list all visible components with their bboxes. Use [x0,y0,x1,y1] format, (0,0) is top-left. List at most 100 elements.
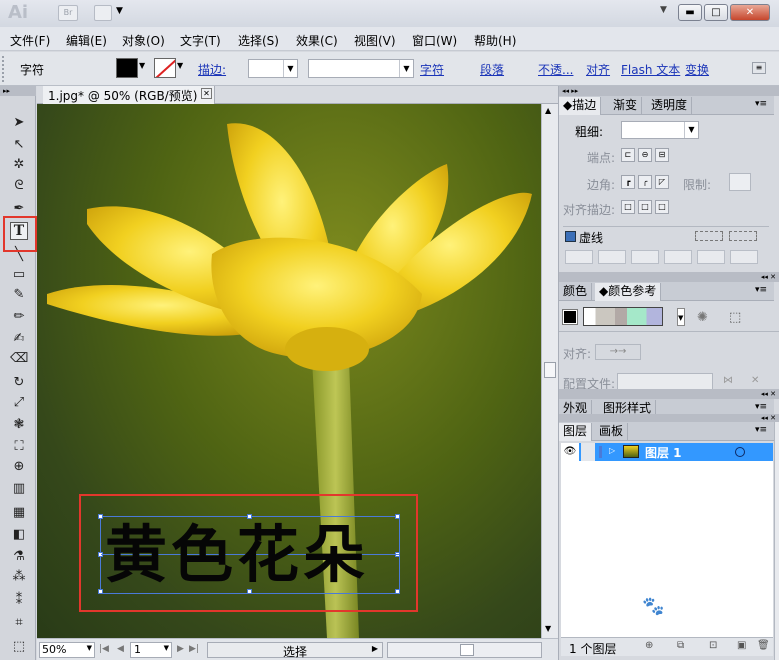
clipping-mask-icon[interactable]: ⧉ [677,640,684,651]
lock-toggle[interactable] [581,443,595,461]
vertical-scrollbar[interactable]: ▲ ▼ [541,104,558,638]
save-swatch-group-icon[interactable]: ⬚ [729,310,741,325]
limit-input[interactable] [729,173,751,191]
close-button[interactable]: ✕ [730,4,770,21]
graph-tool-icon[interactable]: ▥ [10,480,28,498]
target-icon[interactable] [735,447,745,457]
opacity-link[interactable]: 不透... [538,61,573,78]
close-icon[interactable]: ✕ [201,88,212,99]
visibility-eye-icon[interactable]: 👁 [561,443,579,461]
free-transform-tool-icon[interactable]: ⛶ [10,438,28,456]
menu-help[interactable]: 帮助(H) [474,32,516,49]
tab-color-guide[interactable]: ◆颜色参考 [595,283,662,301]
paintbrush-tool-icon[interactable]: ✎ [10,286,28,304]
control-menu-icon[interactable]: ≡ [752,62,766,74]
document-tab[interactable]: 1.jpg* @ 50% (RGB/预览) ✕ [43,86,215,104]
layer-row[interactable]: 👁 ▷ 图层 1 [561,443,773,461]
panel-menu-icon[interactable]: ▾≡ [755,425,767,435]
harmony-dropdown-icon[interactable]: ▼ [677,308,685,326]
slice-tool-icon[interactable]: ⌗ [10,614,28,632]
lasso-tool-icon[interactable]: ᘓ [10,177,28,195]
panel-menu-icon[interactable]: ▾≡ [755,402,767,412]
scroll-thumb[interactable] [460,644,474,656]
dashed-checkbox[interactable] [565,231,576,242]
group-collapse-icon[interactable]: ◂◂ ✕ [559,414,779,422]
panel-menu-icon[interactable]: ▾≡ [755,99,767,109]
weight-dropdown[interactable]: ▼ [621,121,699,139]
menu-file[interactable]: 文件(F) [10,32,50,49]
transform-link[interactable]: 变换 [685,61,709,78]
zoom-dropdown[interactable]: 50% ▼ [39,642,95,658]
workspace-menu-icon[interactable]: ▼ [660,5,667,15]
pencil-tool-icon[interactable]: ✏ [10,308,28,326]
tab-color[interactable]: 颜色 [559,283,593,301]
scroll-up-icon[interactable]: ▲ [545,106,551,115]
dash-pattern-icon[interactable] [729,231,757,241]
flash-text-link[interactable]: Flash 文本 [621,61,680,78]
dash-gap-inputs[interactable] [565,250,765,264]
stroke-weight-dropdown[interactable]: ▼ [248,59,298,78]
panel-menu-icon[interactable]: ▾≡ [755,285,767,295]
group-collapse-icon[interactable]: ◂◂ ✕ [559,272,779,282]
shape-builder-tool-icon[interactable]: ⊕ [10,458,28,476]
layer-name[interactable]: 图层 1 [645,444,682,461]
tab-layers[interactable]: 图层 [559,423,593,441]
scroll-down-icon[interactable]: ▼ [545,624,551,633]
layers-scrollbar[interactable] [774,422,779,660]
delete-layer-icon[interactable]: 🗑 [757,640,770,651]
square-cap-button[interactable]: ⊟ [655,148,669,162]
reset-icon[interactable]: ✕ [751,375,759,386]
stroke-link[interactable]: 描边: [198,61,226,78]
tab-gradient[interactable]: 渐变 [609,97,643,115]
butt-cap-button[interactable]: ⊏ [621,148,635,162]
new-sublayer-icon[interactable]: ⊡ [709,640,717,651]
rectangle-tool-icon[interactable]: ▭ [10,266,28,284]
bevel-join-button[interactable]: ◸ [655,175,669,189]
gradient-tool-icon[interactable]: ◧ [10,526,28,544]
character-link[interactable]: 字符 [420,61,444,78]
tab-stroke[interactable]: ◆描边 [559,97,602,115]
arrange-documents-icon[interactable] [94,5,112,21]
stroke-swatch[interactable] [154,58,176,78]
paragraph-link[interactable]: 段落 [480,61,504,78]
harmony-rule-swatches[interactable] [583,307,663,326]
miter-join-button[interactable]: ┏ [621,175,635,189]
menu-effect[interactable]: 效果(C) [296,32,338,49]
menu-window[interactable]: 窗口(W) [412,32,457,49]
brush-dropdown[interactable]: ▼ [308,59,414,78]
warp-tool-icon[interactable]: ❃ [10,416,28,434]
last-page-icon[interactable]: ▶| [189,644,199,654]
first-page-icon[interactable]: |◀ [99,644,109,654]
symbol-sprayer-tool-icon[interactable]: ⁑ [10,592,28,610]
eyedropper-tool-icon[interactable]: ⚗ [10,548,28,566]
status-tool[interactable]: 选择 ▶ [207,642,383,659]
eraser-tool-icon[interactable]: ⌫ [10,350,28,368]
dash-pattern-icon[interactable] [695,231,723,241]
align-link[interactable]: 对齐 [586,61,610,78]
fill-swatch[interactable] [116,58,138,78]
maximize-button[interactable]: □ [704,4,728,21]
blob-brush-tool-icon[interactable]: ✍ [10,330,28,348]
group-collapse-icon[interactable]: ◂◂ ✕ [559,389,779,399]
collapse-icon[interactable]: ▸▸ [0,86,36,96]
rotate-tool-icon[interactable]: ↻ [10,374,28,392]
align-outside-button[interactable]: □ [655,200,669,214]
next-page-icon[interactable]: ▶ [177,644,184,654]
align-inside-button[interactable]: □ [638,200,652,214]
menu-view[interactable]: 视图(V) [354,32,396,49]
color-wheel-icon[interactable]: ✺ [697,310,708,325]
selection-tool-icon[interactable]: ➤ [10,114,28,132]
bridge-button[interactable]: Br [58,5,78,21]
chevron-down-icon[interactable]: ▼ [177,61,183,70]
artboard-tool-icon[interactable]: ⬚ [10,638,28,656]
scale-tool-icon[interactable]: ⤢ [10,394,28,412]
align-options-buttons[interactable]: →→ [595,344,641,360]
page-dropdown[interactable]: 1 ▼ [130,642,172,658]
magic-wand-tool-icon[interactable]: ✲ [10,156,28,174]
tab-transparency[interactable]: 透明度 [647,97,693,115]
blend-tool-icon[interactable]: ⁂ [10,568,28,586]
round-join-button[interactable]: ╭ [638,175,652,189]
menu-edit[interactable]: 编辑(E) [66,32,107,49]
color-mode-icon[interactable]: ⋈ [723,375,733,386]
menu-object[interactable]: 对象(O) [122,32,165,49]
